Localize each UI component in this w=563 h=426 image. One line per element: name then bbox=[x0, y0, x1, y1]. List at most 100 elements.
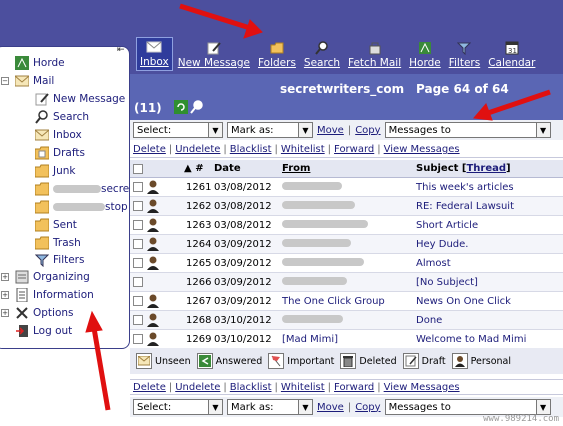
sidebar-item-redacted-1[interactable]: secre bbox=[35, 181, 129, 197]
table-row[interactable]: 1261 03/08/2012 This week's articles bbox=[130, 178, 563, 197]
row-checkbox[interactable] bbox=[133, 296, 143, 306]
view-messages-link[interactable]: View Messages bbox=[384, 382, 460, 393]
sidebar-item-junk[interactable]: Junk bbox=[35, 163, 76, 179]
whitelist-link[interactable]: Whitelist bbox=[281, 382, 325, 393]
move-link[interactable]: Move bbox=[317, 125, 344, 136]
sidebar-collapse-icon[interactable]: ⇤ bbox=[117, 45, 127, 55]
row-subject[interactable]: Hey Dude. bbox=[416, 239, 469, 250]
row-from[interactable] bbox=[282, 201, 355, 212]
row-from[interactable] bbox=[282, 315, 343, 326]
sidebar-item-redacted-2[interactable]: stop bbox=[35, 199, 128, 215]
row-checkbox[interactable] bbox=[133, 220, 143, 230]
legend-label: Draft bbox=[421, 355, 446, 367]
table-row[interactable]: 1262 03/08/2012 RE: Federal Lawsuit bbox=[130, 197, 563, 216]
legend-label: Deleted bbox=[359, 355, 397, 367]
sort-number-header[interactable]: ▲ # bbox=[184, 163, 204, 174]
row-checkbox[interactable] bbox=[133, 315, 143, 325]
blacklist-link[interactable]: Blacklist bbox=[230, 382, 272, 393]
row-subject[interactable]: RE: Federal Lawsuit bbox=[416, 201, 514, 212]
row-subject[interactable]: Short Article bbox=[416, 220, 478, 231]
select-all-checkbox[interactable] bbox=[133, 164, 143, 174]
row-checkbox[interactable] bbox=[133, 182, 143, 192]
sidebar-item-new-message[interactable]: New Message bbox=[35, 91, 125, 107]
messages-to-dropdown[interactable]: Messages to ▼ bbox=[384, 122, 551, 138]
row-from[interactable] bbox=[282, 239, 351, 250]
row-checkbox[interactable] bbox=[133, 258, 143, 268]
sidebar-item-mail[interactable]: Mail bbox=[15, 73, 54, 89]
row-subject[interactable]: Done bbox=[416, 315, 442, 326]
copy-link[interactable]: Copy bbox=[355, 402, 380, 413]
row-checkbox[interactable] bbox=[133, 277, 143, 287]
table-row[interactable]: 1263 03/08/2012 Short Article bbox=[130, 216, 563, 235]
sidebar-item-search[interactable]: Search bbox=[35, 109, 89, 125]
sidebar-item-options[interactable]: Options bbox=[15, 305, 74, 321]
table-row[interactable]: 1266 03/09/2012 [No Subject] bbox=[130, 273, 563, 292]
expand-information-icon[interactable]: + bbox=[1, 291, 9, 299]
table-row[interactable]: 1265 03/09/2012 Almost bbox=[130, 254, 563, 273]
redacted-sender bbox=[282, 315, 343, 323]
sidebar-item-logout[interactable]: Log out bbox=[15, 323, 72, 339]
row-checkbox[interactable] bbox=[133, 334, 143, 344]
toolbar-filters-button[interactable]: Filters bbox=[446, 37, 483, 71]
sidebar-item-horde[interactable]: Horde bbox=[15, 55, 65, 71]
row-from[interactable]: [Mad Mimi] bbox=[282, 334, 338, 345]
sidebar-item-organizing[interactable]: Organizing bbox=[15, 269, 90, 285]
select-dropdown[interactable]: Select: ▼ bbox=[133, 122, 223, 138]
messages-to-dropdown[interactable]: Messages to ▼ bbox=[384, 399, 551, 415]
from-header[interactable]: From bbox=[282, 163, 310, 174]
search-icon[interactable] bbox=[190, 100, 204, 114]
row-subject[interactable]: Welcome to Mad Mimi bbox=[416, 334, 526, 345]
row-subject[interactable]: Almost bbox=[416, 258, 451, 269]
thread-link[interactable]: Thread bbox=[466, 163, 506, 174]
collapse-mail-icon[interactable]: − bbox=[1, 77, 9, 85]
row-subject[interactable]: This week's articles bbox=[416, 182, 514, 193]
row-from[interactable] bbox=[282, 277, 347, 288]
toolbar-folders-button[interactable]: Folders bbox=[255, 37, 299, 71]
row-subject[interactable]: News On One Click bbox=[416, 296, 511, 307]
toolbar-horde-button[interactable]: Horde bbox=[406, 37, 444, 71]
mark-as-dropdown[interactable]: Mark as: ▼ bbox=[227, 122, 313, 138]
sidebar-item-drafts[interactable]: Drafts bbox=[35, 145, 85, 161]
row-checkbox[interactable] bbox=[133, 239, 143, 249]
table-row[interactable]: 1269 03/10/2012 [Mad Mimi] Welcome to Mad M… bbox=[130, 330, 563, 349]
whitelist-link[interactable]: Whitelist bbox=[281, 144, 325, 155]
delete-link[interactable]: Delete bbox=[133, 382, 166, 393]
table-row[interactable]: 1264 03/09/2012 Hey Dude. bbox=[130, 235, 563, 254]
toolbar-calendar-button[interactable]: 31 Calendar bbox=[485, 37, 538, 71]
row-from[interactable] bbox=[282, 182, 342, 193]
blacklist-link[interactable]: Blacklist bbox=[230, 144, 272, 155]
delete-link[interactable]: Delete bbox=[133, 144, 166, 155]
expand-options-icon[interactable]: + bbox=[1, 309, 9, 317]
undelete-link[interactable]: Undelete bbox=[175, 144, 220, 155]
table-row[interactable]: 1268 03/10/2012 Done bbox=[130, 311, 563, 330]
table-row[interactable]: 1267 03/09/2012 The One Click Group News On… bbox=[130, 292, 563, 311]
copy-link[interactable]: Copy bbox=[355, 125, 380, 136]
sidebar-item-information[interactable]: Information bbox=[15, 287, 94, 303]
mark-as-dropdown[interactable]: Mark as: ▼ bbox=[227, 399, 313, 415]
undelete-link[interactable]: Undelete bbox=[175, 382, 220, 393]
row-checkbox[interactable] bbox=[133, 201, 143, 211]
forward-link[interactable]: Forward bbox=[334, 144, 374, 155]
view-messages-link[interactable]: View Messages bbox=[384, 144, 460, 155]
row-from[interactable]: The One Click Group bbox=[282, 296, 385, 307]
move-link[interactable]: Move bbox=[317, 402, 344, 413]
toolbar-fetch-mail-button[interactable]: Fetch Mail bbox=[345, 37, 404, 71]
row-from[interactable] bbox=[282, 220, 368, 231]
forward-link[interactable]: Forward bbox=[334, 382, 374, 393]
mailbox-title: secretwriters_com bbox=[280, 82, 405, 96]
subject-header-label[interactable]: Subject bbox=[416, 163, 458, 174]
sidebar-item-sent[interactable]: Sent bbox=[35, 217, 77, 233]
mailbox-header: secretwriters_com (11) Page 64 of 64 bbox=[130, 74, 563, 120]
toolbar-new-message-button[interactable]: New Message bbox=[175, 37, 253, 71]
sidebar-item-trash[interactable]: Trash bbox=[35, 235, 81, 251]
sidebar-item-filters[interactable]: Filters bbox=[35, 252, 84, 268]
select-dropdown[interactable]: Select: ▼ bbox=[133, 399, 223, 415]
date-header[interactable]: Date bbox=[214, 163, 241, 174]
sidebar-item-inbox[interactable]: Inbox bbox=[35, 127, 82, 143]
toolbar-search-button[interactable]: Search bbox=[301, 37, 343, 71]
row-from[interactable] bbox=[282, 258, 364, 269]
refresh-icon[interactable] bbox=[174, 100, 188, 114]
toolbar-inbox-button[interactable]: Inbox bbox=[136, 37, 173, 71]
row-subject[interactable]: [No Subject] bbox=[416, 277, 478, 288]
expand-organizing-icon[interactable]: + bbox=[1, 273, 9, 281]
